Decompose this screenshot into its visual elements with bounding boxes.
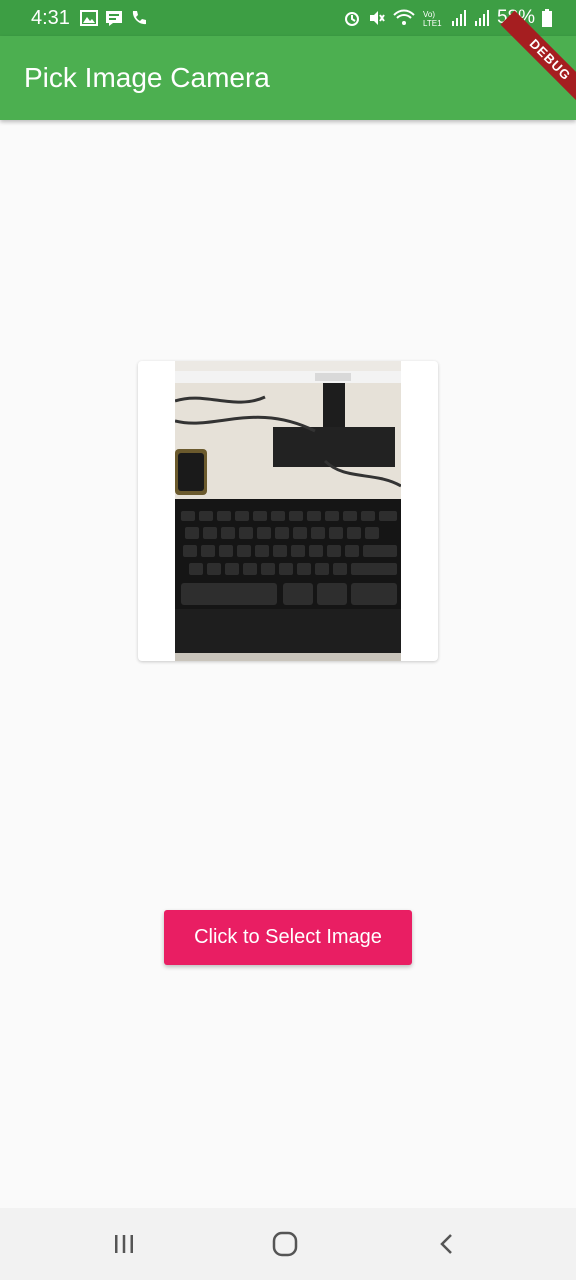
- selected-image: [175, 361, 401, 661]
- status-time: 4:31: [31, 7, 70, 29]
- home-button[interactable]: [267, 1228, 303, 1260]
- navigation-bar: [0, 1208, 576, 1280]
- battery-icon: [542, 9, 552, 27]
- wifi-icon: [393, 9, 415, 25]
- volte-icon: Vo)LTE1: [423, 10, 442, 27]
- select-image-button[interactable]: Click to Select Image: [164, 910, 412, 965]
- app-bar: Pick Image Camera DEBUG: [0, 10, 576, 120]
- message-icon: [106, 11, 122, 26]
- page-title: Pick Image Camera: [24, 62, 270, 93]
- alarm-icon: [344, 12, 359, 26]
- recent-apps-button[interactable]: [106, 1228, 142, 1260]
- svg-text:Vo): Vo): [423, 10, 435, 19]
- svg-text:LTE1: LTE1: [423, 19, 442, 27]
- back-button[interactable]: [429, 1228, 465, 1260]
- image-preview-card: [138, 361, 438, 661]
- back-icon: [440, 1234, 452, 1254]
- status-notification-icons: [80, 9, 148, 27]
- signal-icon: [451, 10, 466, 26]
- status-bar: 4:31 Vo)LTE1 58%: [0, 0, 576, 36]
- home-icon: [272, 1231, 298, 1257]
- mute-icon: [369, 11, 385, 25]
- gallery-icon: [80, 10, 98, 26]
- signal-icon: [474, 10, 489, 26]
- recent-apps-icon: [115, 1235, 133, 1253]
- call-icon: [132, 11, 146, 25]
